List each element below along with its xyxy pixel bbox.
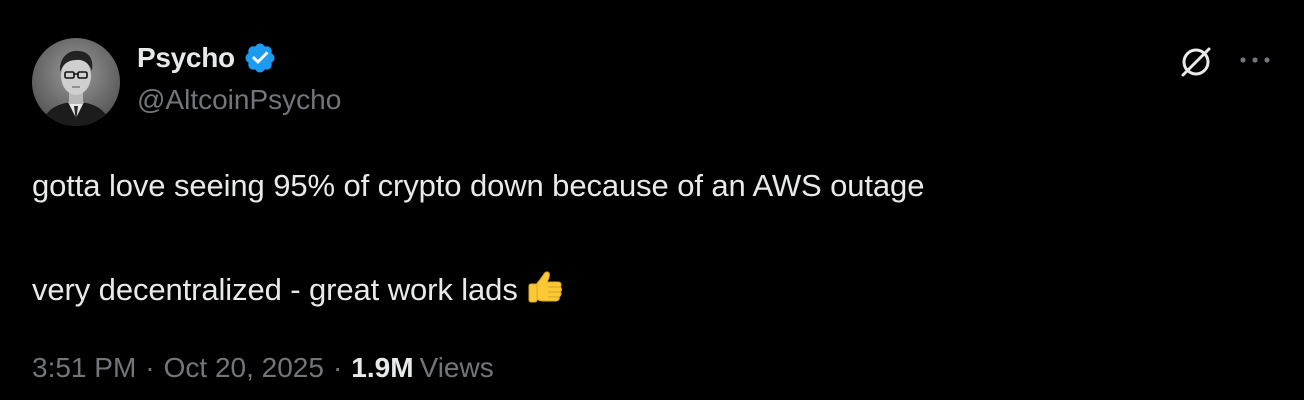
meta-separator: · — [332, 352, 343, 383]
tweet-date[interactable]: Oct 20, 2025 — [164, 352, 324, 384]
tweet-text-line-2: very decentralized - great work lads — [32, 272, 518, 307]
meta-separator: · — [145, 352, 155, 383]
verified-badge-icon[interactable] — [243, 41, 277, 75]
tweet-text-line-2-wrap: very decentralized - great work lads — [32, 264, 1272, 324]
tweet-text-line-1: gotta love seeing 95% of crypto down bec… — [32, 168, 925, 203]
grok-icon[interactable] — [1176, 42, 1216, 82]
views-label[interactable]: Views — [420, 352, 494, 384]
avatar-image — [32, 38, 120, 126]
author-handle[interactable]: @AltcoinPsycho — [137, 84, 341, 116]
more-dots-icon[interactable] — [1238, 48, 1272, 72]
tweet-text: gotta love seeing 95% of crypto down bec… — [32, 160, 1272, 324]
author-avatar[interactable] — [32, 38, 120, 126]
author-name-row: Psycho — [137, 40, 277, 76]
views-count[interactable]: 1.9M — [351, 352, 413, 384]
author-display-name[interactable]: Psycho — [137, 42, 235, 74]
tweet-time[interactable]: 3:51 PM — [32, 352, 136, 384]
tweet-meta: 3:51 PM · Oct 20, 2025 · 1.9M Views — [32, 352, 494, 384]
thumbs-up-icon — [524, 264, 568, 324]
tweet-card: Psycho @AltcoinPsycho gotta love seeing … — [0, 0, 1304, 400]
